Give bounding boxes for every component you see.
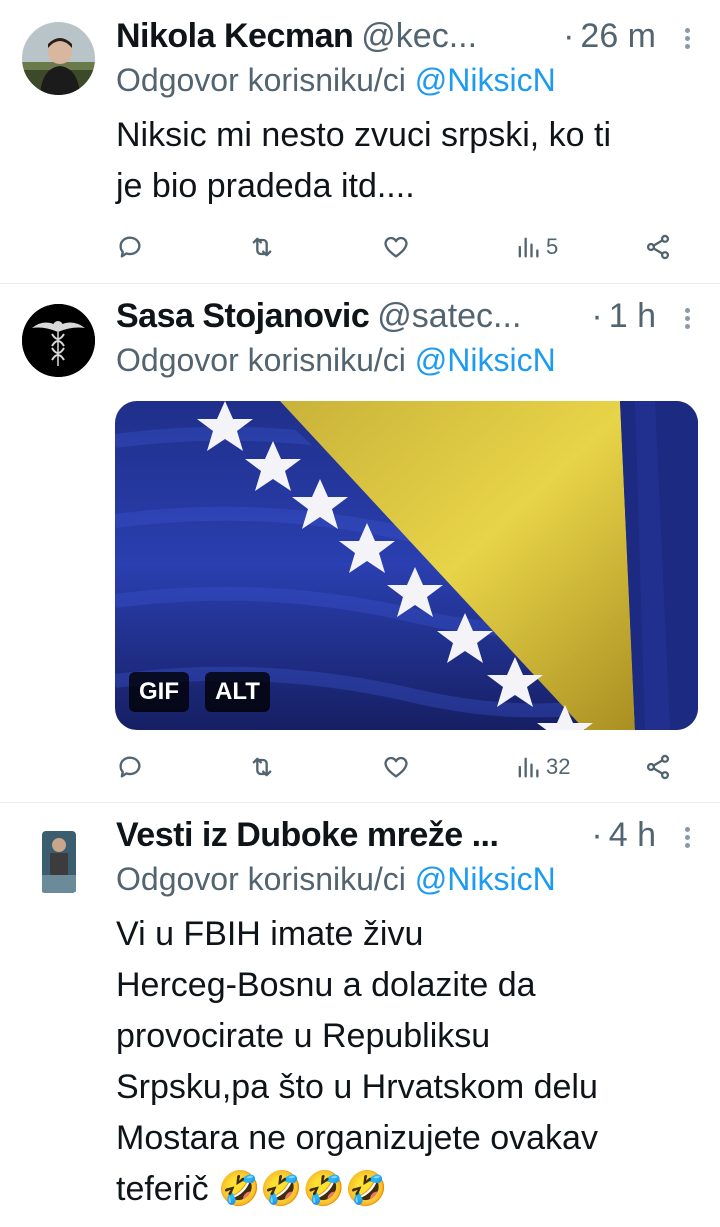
- like-button[interactable]: [382, 749, 410, 785]
- tweet-text-line: Mostara ne organizujete ovakav: [116, 1119, 598, 1157]
- tweet-text-line: provocirate u Republiksu: [116, 1017, 491, 1055]
- views-count: 5: [546, 234, 559, 259]
- action-bar: 5: [116, 229, 676, 265]
- retweet-button[interactable]: [248, 749, 276, 785]
- mention-link[interactable]: @NiksicN: [415, 342, 556, 378]
- views-icon: [518, 757, 539, 778]
- retweet-button[interactable]: [248, 229, 276, 265]
- timestamp[interactable]: 4 h: [609, 816, 656, 855]
- separator-dot: ·: [591, 815, 603, 854]
- more-icon[interactable]: [685, 305, 690, 332]
- user-handle[interactable]: @kec...: [361, 17, 477, 56]
- tweet-text-line: je bio pradeda itd....: [116, 167, 415, 205]
- flag-image: [115, 401, 698, 730]
- more-icon[interactable]: [685, 824, 690, 851]
- tweet-header: Sasa Stojanovic @satec... · 1 h: [116, 294, 690, 338]
- tweet[interactable]: Nikola Kecman @kec... · 26 m Odgovor kor…: [0, 0, 720, 283]
- separator-dot: ·: [591, 296, 603, 335]
- tweet[interactable]: Vesti iz Duboke mreže ... · 4 h Odgovor …: [0, 803, 720, 1227]
- user-handle[interactable]: @satec...: [377, 297, 521, 336]
- alt-badge[interactable]: ALT: [205, 672, 270, 712]
- reply-context: Odgovor korisniku/ci @NiksicN: [116, 342, 556, 379]
- separator-dot: ·: [563, 16, 575, 55]
- share-icon: [646, 234, 670, 260]
- share-icon: [646, 754, 670, 780]
- avatar[interactable]: [22, 823, 95, 896]
- reply-icon: [119, 236, 141, 258]
- display-name[interactable]: Sasa Stojanovic: [116, 297, 370, 336]
- avatar[interactable]: [22, 304, 95, 377]
- mention-link[interactable]: @NiksicN: [415, 62, 556, 98]
- tweet-text-line: Herceg-Bosnu a dolazite da: [116, 966, 536, 1004]
- tweet-text-line: Niksic mi nesto zvuci srpski, ko ti: [116, 116, 611, 154]
- gif-badge: GIF: [129, 672, 189, 712]
- reply-prefix: Odgovor korisniku/ci: [116, 861, 406, 897]
- tweet-text-line: Srpsku,pa što u Hrvatskom delu: [116, 1068, 598, 1106]
- share-button[interactable]: [644, 749, 672, 785]
- display-name[interactable]: Nikola Kecman: [116, 17, 354, 56]
- retweet-icon: [252, 757, 272, 777]
- reply-icon: [119, 756, 141, 778]
- like-button[interactable]: [382, 229, 410, 265]
- more-icon[interactable]: [685, 25, 690, 52]
- tweet-header: Vesti iz Duboke mreže ... · 4 h: [116, 813, 690, 857]
- views-icon: [518, 237, 539, 258]
- tweet-text-line: teferič 🤣🤣🤣🤣: [116, 1170, 388, 1208]
- like-icon: [384, 236, 408, 258]
- tweet-text-line: Vi u FBIH imate živu: [116, 915, 424, 953]
- mention-link[interactable]: @NiksicN: [415, 861, 556, 897]
- avatar[interactable]: [22, 22, 95, 95]
- reply-context: Odgovor korisniku/ci @NiksicN: [116, 62, 556, 99]
- reply-context: Odgovor korisniku/ci @NiksicN: [116, 861, 556, 898]
- tweet-text: Vi u FBIH imate živu Herceg-Bosnu a dola…: [116, 909, 694, 1215]
- reply-button[interactable]: [116, 229, 144, 265]
- views-button[interactable]: 5: [514, 229, 558, 265]
- share-button[interactable]: [644, 229, 672, 265]
- retweet-icon: [252, 237, 272, 257]
- timestamp[interactable]: 26 m: [580, 17, 656, 56]
- action-bar: 32: [116, 749, 676, 785]
- reply-button[interactable]: [116, 749, 144, 785]
- tweet-header: Nikola Kecman @kec... · 26 m: [116, 14, 690, 58]
- reply-prefix: Odgovor korisniku/ci: [116, 62, 406, 98]
- display-name[interactable]: Vesti iz Duboke mreže ...: [116, 816, 499, 855]
- tweet-text: Niksic mi nesto zvuci srpski, ko ti je b…: [116, 110, 694, 212]
- reply-prefix: Odgovor korisniku/ci: [116, 342, 406, 378]
- views-button[interactable]: 32: [514, 749, 570, 785]
- tweet-media-gif[interactable]: GIF ALT: [115, 401, 698, 730]
- like-icon: [384, 756, 408, 778]
- views-count: 32: [546, 754, 571, 779]
- timestamp[interactable]: 1 h: [609, 297, 656, 336]
